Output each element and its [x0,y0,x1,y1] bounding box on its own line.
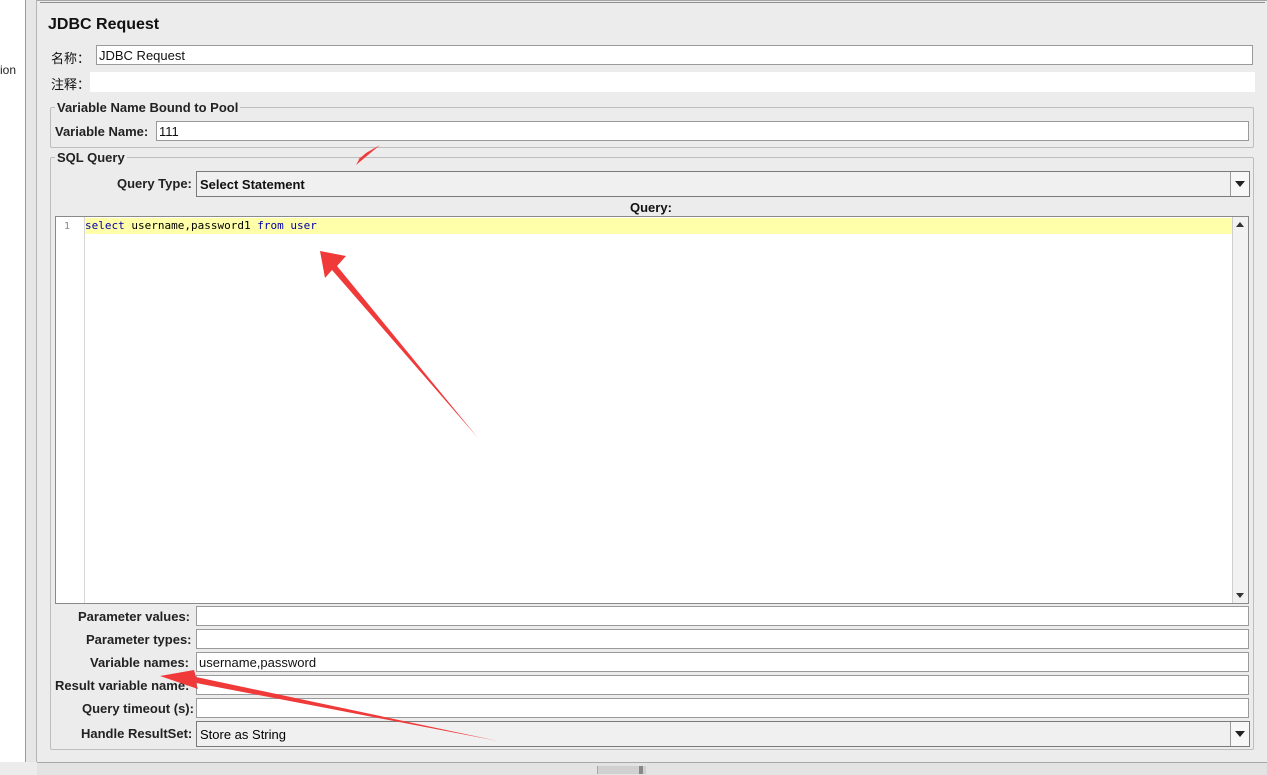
sql-query-legend: SQL Query [57,150,125,165]
result-variable-name-label: Result variable name: [55,678,190,693]
handle-resultset-label: Handle ResultSet: [81,726,193,741]
parameter-types-label: Parameter types: [86,632,192,647]
pool-group-legend: Variable Name Bound to Pool [57,100,239,115]
name-input[interactable]: JDBC Request [96,45,1253,65]
query-type-select[interactable]: Select Statement [196,171,1250,197]
query-type-value: Select Statement [200,177,305,192]
query-timeout-label: Query timeout (s): [82,701,194,716]
sql-text: username,password1 [124,219,258,232]
top-divider [40,2,1265,3]
chevron-down-icon[interactable] [1230,172,1249,196]
query-type-label: Query Type: [117,176,192,191]
sql-editor[interactable]: 1 select username,password1 from user [55,216,1249,604]
result-variable-name-input[interactable] [196,675,1249,695]
pane-splitter[interactable] [26,0,37,762]
variable-names-input[interactable]: username,password [196,652,1249,672]
parameter-values-label: Parameter values: [78,609,191,624]
sql-table: user [283,219,317,232]
scroll-up-icon[interactable] [1233,217,1248,232]
comment-row: 注释： [48,70,1256,94]
parameter-values-input[interactable] [196,606,1249,626]
line-number: 1 [63,221,70,232]
scroll-down-icon[interactable] [1233,588,1248,603]
variable-name-input[interactable]: 111 [156,121,1249,141]
page-title: JDBC Request [48,16,160,33]
tree-item-label[interactable]: ion [0,63,16,77]
variable-names-label: Variable names: [90,655,189,670]
sql-keyword: from [257,219,284,232]
name-row: 名称： JDBC Request [48,44,1256,68]
handle-resultset-value: Store as String [200,727,286,742]
sql-keyword: select [85,219,125,232]
editor-scrollbar[interactable] [1232,217,1248,603]
resize-grip[interactable] [639,766,643,774]
chevron-down-icon[interactable] [1230,722,1249,746]
variable-name-label: Variable Name: [55,124,149,139]
name-label: 名称： [51,51,91,66]
comment-input[interactable] [90,72,1255,92]
left-tree-pane[interactable]: ion [0,0,26,762]
line-number-gutter: 1 [56,217,85,603]
parameter-types-input[interactable] [196,629,1249,649]
status-bar [37,762,1267,775]
query-header: Query: [630,200,672,215]
handle-resultset-select[interactable]: Store as String [196,721,1250,747]
comment-label: 注释： [51,77,91,92]
code-line[interactable]: select username,password1 from user [85,218,1233,234]
query-timeout-input[interactable] [196,698,1249,718]
